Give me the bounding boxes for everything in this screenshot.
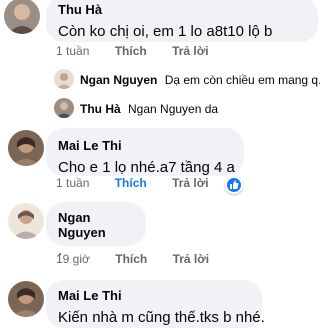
comment-actions: 19 giờ Thích Trả lời	[56, 252, 231, 266]
comment-actions: 1 tuần Thích Trả lời	[56, 44, 231, 58]
reply-author[interactable]: Thu Hà	[80, 102, 121, 116]
comment-timestamp[interactable]: 1 tuần	[56, 44, 89, 58]
reply-text: Dạ em còn chiều em mang q...	[164, 73, 320, 87]
comment-text: Cho e 1 lọ nhé.a7 tầng 4 a	[58, 159, 235, 176]
avatar[interactable]	[54, 98, 74, 118]
avatar[interactable]	[8, 130, 44, 166]
reply-button[interactable]: Trả lời	[172, 44, 209, 58]
comment-text: Còn ko chị oi, em 1 lo a8t10 lộ b	[58, 23, 273, 40]
comment-bubble: Ngan Nguyen .	[46, 202, 146, 259]
like-button[interactable]: Thích	[115, 44, 147, 58]
comment-timestamp[interactable]: 19 giờ	[56, 252, 90, 266]
reply-button[interactable]: Trả lời	[173, 252, 210, 266]
comment-timestamp[interactable]: 1 tuần	[56, 176, 89, 190]
like-button[interactable]: Thích	[115, 252, 147, 266]
avatar[interactable]	[8, 203, 44, 239]
comment-actions: 1 tuần Thích Trả lời	[56, 176, 231, 190]
comment-text: Kiến nhà m cũng thế.tks b nhé.	[58, 309, 265, 326]
comment-bubble: Thu Hà Còn ko chị oi, em 1 lo a8t10 lộ b	[46, 0, 318, 42]
comment-author[interactable]: Mai Le Thi	[58, 138, 232, 153]
reply-row[interactable]: Ngan Nguyen Dạ em còn chiều em mang q...	[80, 73, 320, 87]
reply-button[interactable]: Trả lời	[172, 176, 209, 190]
avatar[interactable]	[54, 69, 74, 89]
avatar[interactable]	[8, 281, 44, 317]
comment-author[interactable]: Ngan Nguyen	[58, 210, 134, 240]
avatar[interactable]	[4, 0, 40, 34]
comment-author[interactable]: Thu Hà	[58, 2, 306, 17]
comment-author[interactable]: Mai Le Thi	[58, 288, 250, 303]
reply-author[interactable]: Ngan Nguyen	[80, 73, 157, 87]
reply-row[interactable]: Thu Hà Ngan Nguyen da	[80, 102, 218, 116]
comment-bubble: Mai Le Thi Kiến nhà m cũng thế.tks b nhé…	[46, 280, 265, 328]
comment-bubble: Mai Le Thi Cho e 1 lọ nhé.a7 tầng 4 a	[46, 128, 244, 176]
like-button[interactable]: Thích	[115, 176, 147, 190]
reply-text: Ngan Nguyen da	[128, 102, 219, 116]
